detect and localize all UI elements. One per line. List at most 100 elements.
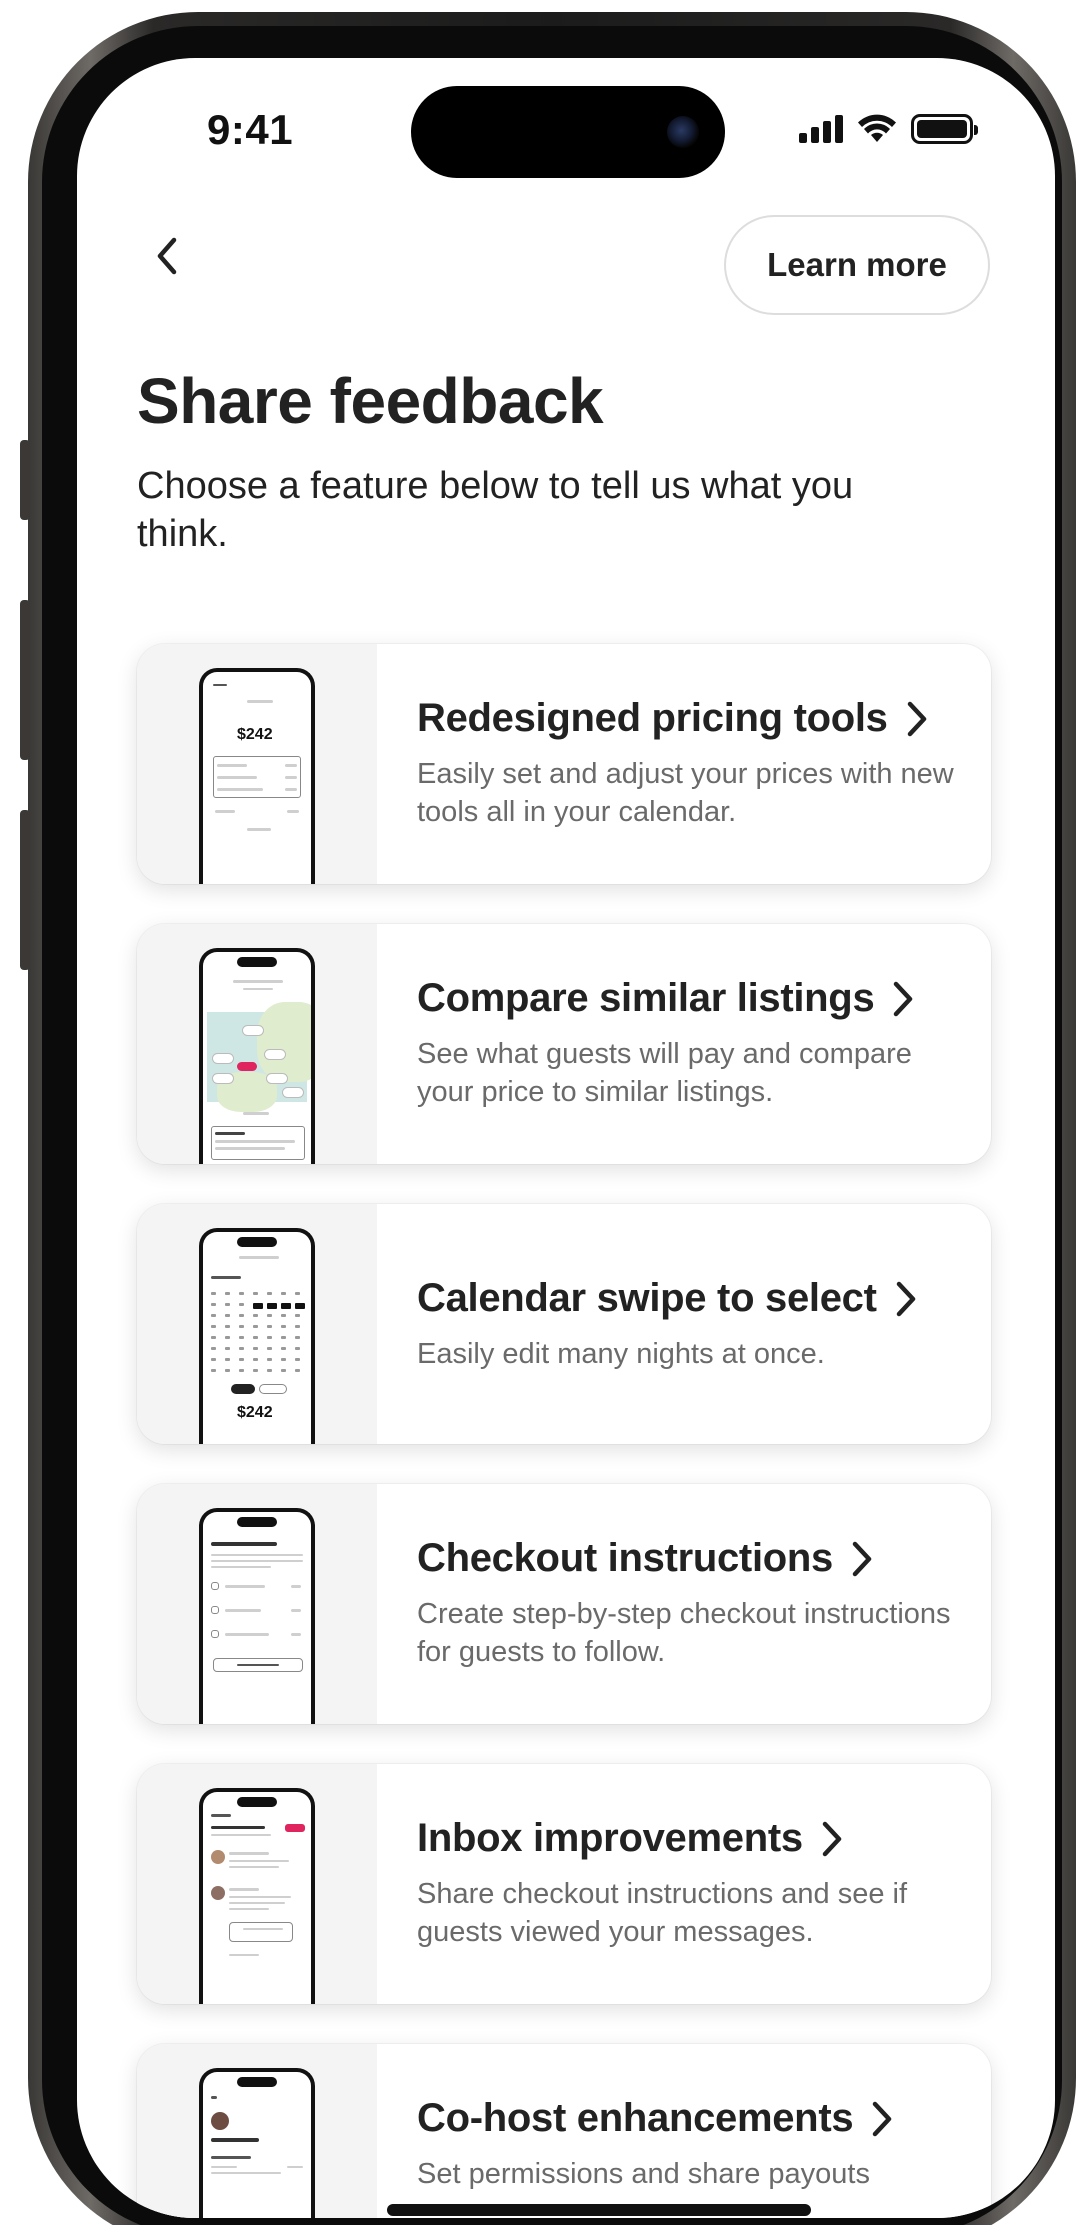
- volume-up-button: [20, 600, 30, 760]
- mini-calendar-cell: [211, 1336, 216, 1339]
- mini-calendar-cell: [281, 1292, 286, 1295]
- mini-calendar-cell: [267, 1347, 272, 1350]
- front-camera-icon: [667, 116, 699, 148]
- mini-calendar-cell: [267, 1314, 272, 1317]
- chevron-right-icon: [896, 1281, 915, 1316]
- chevron-right-icon: [822, 1821, 842, 1856]
- mini-phone-screenshot: [199, 948, 315, 1164]
- mini-phone-screenshot: [199, 2068, 315, 2218]
- mini-calendar-cell: [295, 1347, 300, 1350]
- feature-card-pricing-tools[interactable]: $242 Redesigned pricing tools Easily set…: [137, 644, 991, 884]
- volume-down-button: [20, 810, 30, 970]
- feature-title-label: Checkout instructions: [417, 1536, 833, 1580]
- chevron-right-icon: [894, 981, 913, 1016]
- feature-thumbnail: [137, 924, 377, 1164]
- mini-calendar-cell: [295, 1325, 300, 1328]
- chevron-right-icon: [907, 701, 926, 736]
- mini-calendar-cell: [253, 1303, 263, 1309]
- mini-calendar-cell: [225, 1303, 230, 1306]
- mini-calendar-cell: [239, 1303, 244, 1306]
- home-indicator[interactable]: [387, 2204, 811, 2216]
- mini-calendar-cell: [225, 1358, 230, 1361]
- page-subtitle: Choose a feature below to tell us what y…: [137, 465, 854, 555]
- mini-calendar-cell: [281, 1358, 286, 1361]
- mini-calendar-cell: [281, 1336, 286, 1339]
- feature-description: Easily set and adjust your prices with n…: [417, 758, 954, 828]
- mini-calendar-cell: [211, 1314, 216, 1317]
- mini-map: [207, 1002, 311, 1112]
- feature-card-calendar-swipe[interactable]: $242 Calendar swipe to select Easily edi…: [137, 1204, 991, 1444]
- mini-calendar-cell: [295, 1314, 300, 1317]
- mini-calendar-cell: [211, 1347, 216, 1350]
- feature-thumbnail: [137, 2044, 377, 2218]
- feature-thumbnail: $242: [137, 644, 377, 884]
- mini-calendar-cell: [267, 1369, 272, 1372]
- wifi-icon: [858, 114, 896, 142]
- mini-calendar-cell: [211, 1292, 216, 1295]
- mini-calendar-cell: [281, 1347, 286, 1350]
- feature-description: Create step-by-step checkout instruction…: [417, 1598, 951, 1668]
- feature-card-text: Inbox improvements Share checkout instru…: [377, 1764, 991, 2004]
- chevron-right-icon: [852, 1541, 872, 1576]
- mini-calendar-cell: [239, 1292, 244, 1295]
- feature-card-text: Calendar swipe to select Easily edit man…: [377, 1204, 991, 1444]
- mini-calendar-cell: [239, 1358, 244, 1361]
- mini-calendar-cell: [267, 1303, 277, 1309]
- mini-calendar-cell: [253, 1314, 258, 1317]
- feature-title: Redesigned pricing tools: [417, 696, 961, 741]
- mini-calendar-cell: [225, 1369, 230, 1372]
- feature-card-text: Checkout instructions Create step-by-ste…: [377, 1484, 991, 1724]
- learn-more-button[interactable]: Learn more: [724, 215, 990, 315]
- feature-description: See what guests will pay and compare you…: [417, 1038, 912, 1108]
- mini-calendar-cell: [281, 1369, 286, 1372]
- mini-calendar-cell: [253, 1336, 258, 1339]
- feature-card-cohost-enhancements[interactable]: Co-host enhancements Set permissions and…: [137, 2044, 991, 2218]
- feature-card-checkout-instructions[interactable]: Checkout instructions Create step-by-ste…: [137, 1484, 991, 1724]
- mini-calendar-cell: [253, 1369, 258, 1372]
- feature-thumbnail: [137, 1764, 377, 2004]
- feature-title: Inbox improvements: [417, 1816, 961, 1861]
- battery-level: [917, 120, 967, 138]
- mini-calendar-cell: [281, 1325, 286, 1328]
- cellular-signal-icon: [799, 115, 843, 143]
- feature-title-label: Redesigned pricing tools: [417, 696, 888, 740]
- mini-calendar-cell: [239, 1369, 244, 1372]
- feature-card-compare-listings[interactable]: Compare similar listings See what guests…: [137, 924, 991, 1164]
- feature-card-text: Redesigned pricing tools Easily set and …: [377, 644, 991, 884]
- mini-calendar-cell: [253, 1347, 258, 1350]
- mini-calendar-cell: [239, 1347, 244, 1350]
- feature-title-label: Inbox improvements: [417, 1816, 803, 1860]
- mini-calendar-cell: [281, 1303, 291, 1309]
- mini-calendar-cell: [295, 1369, 300, 1372]
- feature-title-label: Calendar swipe to select: [417, 1276, 877, 1320]
- feature-title-label: Compare similar listings: [417, 976, 875, 1020]
- mini-calendar-cell: [225, 1314, 230, 1317]
- feature-description: Share checkout instructions and see if g…: [417, 1878, 908, 1948]
- page-title: Share feedback: [137, 365, 604, 437]
- mini-phone-screenshot: $242: [199, 1228, 315, 1444]
- mini-calendar-cell: [253, 1358, 258, 1361]
- mini-calendar-cell: [295, 1358, 300, 1361]
- mini-calendar-cell: [281, 1314, 286, 1317]
- mini-calendar-cell: [211, 1358, 216, 1361]
- mini-calendar-cell: [239, 1336, 244, 1339]
- feature-title: Checkout instructions: [417, 1536, 961, 1581]
- feature-description: Set permissions and share payouts: [417, 2158, 870, 2190]
- feature-title: Calendar swipe to select: [417, 1276, 961, 1321]
- feature-title: Co-host enhancements: [417, 2096, 961, 2141]
- feature-card-inbox-improvements[interactable]: Inbox improvements Share checkout instru…: [137, 1764, 991, 2004]
- feature-title: Compare similar listings: [417, 976, 961, 1021]
- mini-calendar-cell: [239, 1325, 244, 1328]
- back-button[interactable]: [137, 226, 197, 286]
- feature-description: Easily edit many nights at once.: [417, 1338, 825, 1370]
- mini-calendar-cell: [225, 1325, 230, 1328]
- mini-phone-screenshot: [199, 1508, 315, 1724]
- dynamic-island: [411, 86, 725, 178]
- mini-phone-screenshot: $242: [199, 668, 315, 884]
- mini-calendar-cell: [211, 1369, 216, 1372]
- mini-calendar-cell: [267, 1336, 272, 1339]
- mini-phone-screenshot: [199, 1788, 315, 2004]
- feature-card-text: Co-host enhancements Set permissions and…: [377, 2044, 991, 2218]
- mini-calendar-cell: [225, 1292, 230, 1295]
- feature-thumbnail: [137, 1484, 377, 1724]
